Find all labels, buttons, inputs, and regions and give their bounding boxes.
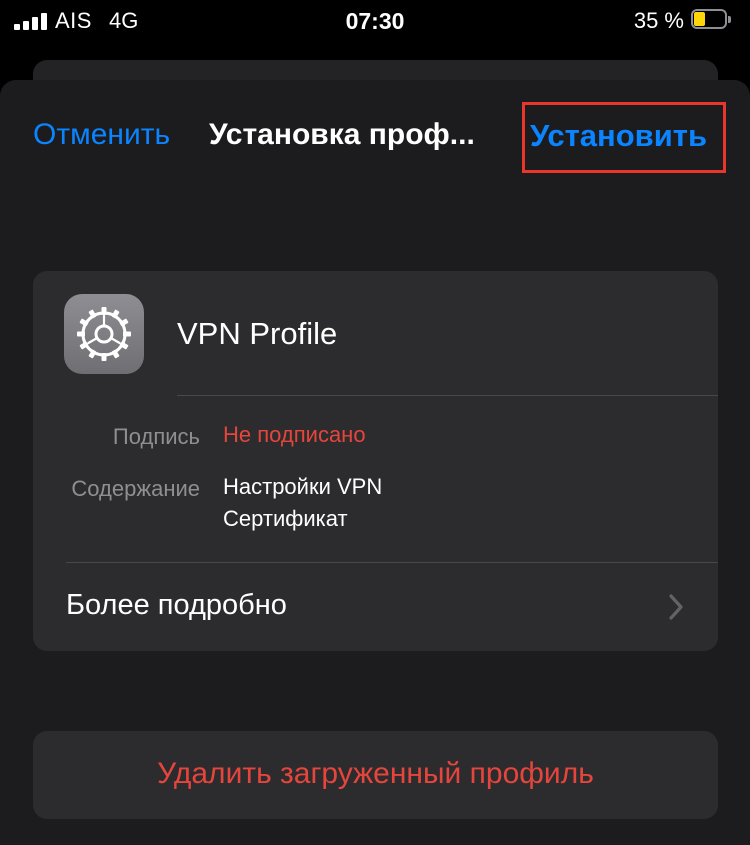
battery-percentage: 35 %	[633, 8, 684, 33]
page-title: Установка проф...	[209, 118, 475, 151]
cancel-button[interactable]: Отменить	[33, 118, 170, 152]
battery-icon	[691, 9, 733, 31]
signature-label: Подпись	[112, 424, 200, 449]
more-details-label: Более подробно	[66, 589, 287, 621]
profile-card: VPN Profile Подпись Не подписано Содержа…	[33, 271, 718, 651]
chevron-right-icon	[669, 594, 683, 620]
profile-name: VPN Profile	[177, 316, 338, 351]
contents-value-certificate: Сертификат	[223, 506, 348, 531]
settings-app-icon	[64, 294, 144, 374]
signature-value: Не подписано	[223, 422, 366, 447]
navigation-bar: Отменить Установка проф... Установить	[0, 80, 750, 190]
gear-icon	[77, 307, 131, 361]
install-profile-sheet: Отменить Установка проф... Установить VP…	[0, 80, 750, 845]
contents-value-vpn-settings: Настройки VPN	[223, 474, 383, 499]
contents-label: Содержание	[71, 476, 200, 501]
divider	[177, 395, 718, 396]
status-bar: AIS 4G 07:30 35 %	[0, 0, 750, 44]
delete-profile-button[interactable]: Удалить загруженный профиль	[33, 731, 718, 819]
more-details-row[interactable]: Более подробно	[33, 563, 718, 651]
install-button[interactable]: Установить	[530, 118, 707, 154]
screen: AIS 4G 07:30 35 % Отменить Установка про…	[0, 0, 750, 845]
delete-profile-label: Удалить загруженный профиль	[157, 757, 594, 790]
battery-level	[694, 12, 705, 26]
